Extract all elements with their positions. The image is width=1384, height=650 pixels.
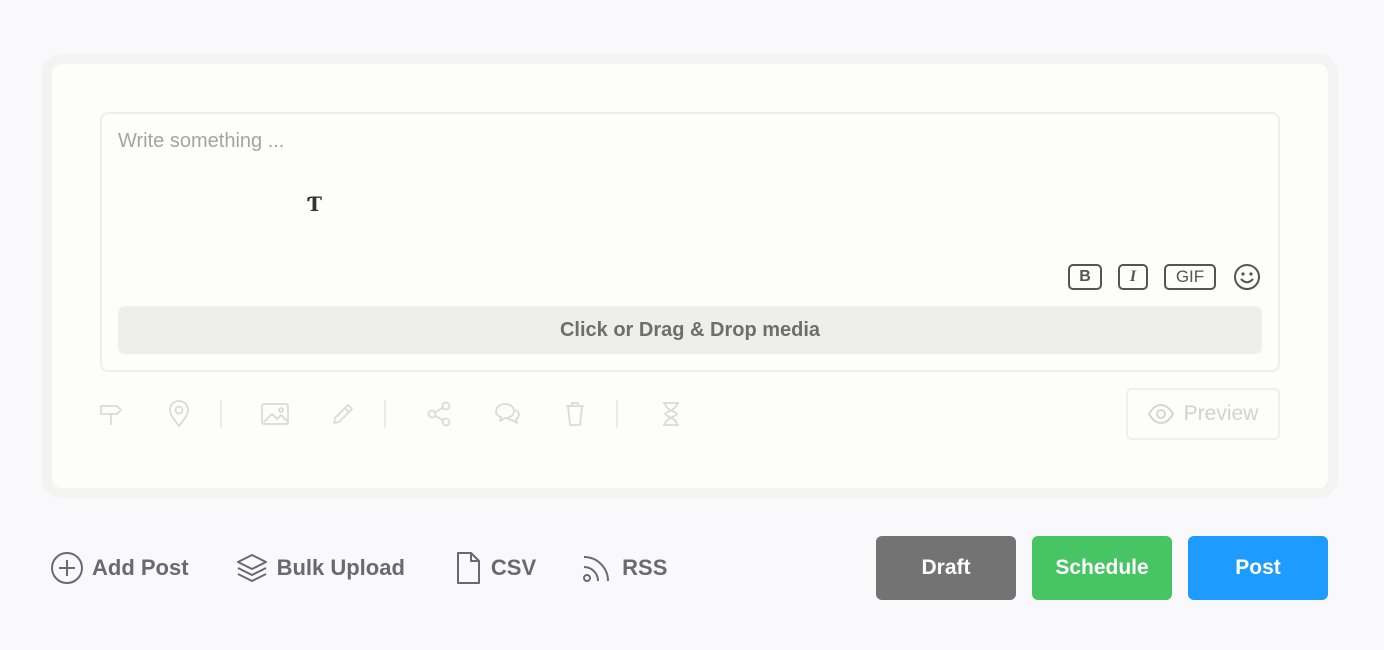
- rss-label: RSS: [622, 555, 668, 580]
- post-editor: Ƭ B I GIF Click or Drag & Drop media: [100, 112, 1280, 372]
- schedule-button[interactable]: Schedule: [1032, 536, 1172, 600]
- layers-icon: [236, 554, 267, 582]
- eye-icon: [1147, 404, 1174, 424]
- comments-icon[interactable]: [492, 399, 522, 429]
- bulk-upload-label: Bulk Upload: [276, 555, 405, 580]
- csv-label: CSV: [490, 555, 537, 580]
- emoji-icon[interactable]: [1232, 262, 1262, 292]
- csv-link[interactable]: CSV: [453, 551, 536, 585]
- preview-label: Preview: [1183, 402, 1259, 425]
- italic-button[interactable]: I: [1118, 264, 1148, 290]
- bottom-links: Add Post Bulk Upload CSV RSS: [50, 548, 667, 588]
- add-post-label: Add Post: [92, 555, 189, 580]
- signpost-icon[interactable]: [96, 399, 126, 429]
- file-icon: [456, 552, 480, 584]
- location-pin-icon[interactable]: [164, 399, 194, 429]
- toolbar-divider: [220, 400, 222, 428]
- pencil-icon[interactable]: [328, 399, 358, 429]
- post-tools: [96, 396, 686, 432]
- share-icon[interactable]: [424, 399, 454, 429]
- post-text-input[interactable]: [118, 130, 1258, 260]
- gif-button[interactable]: GIF: [1164, 264, 1216, 290]
- text-cursor-icon: Ƭ: [307, 192, 322, 216]
- post-button[interactable]: Post: [1188, 536, 1328, 600]
- toolbar-divider: [616, 400, 618, 428]
- bold-button[interactable]: B: [1068, 264, 1102, 290]
- plus-circle-icon: [51, 552, 83, 584]
- format-toolbar: B I GIF: [1068, 262, 1262, 292]
- rss-link[interactable]: RSS: [580, 551, 667, 585]
- compose-card: Ƭ B I GIF Click or Drag & Drop media: [52, 64, 1328, 488]
- bulk-upload-link[interactable]: Bulk Upload: [235, 551, 405, 585]
- toolbar-divider: [384, 400, 386, 428]
- draft-button[interactable]: Draft: [876, 536, 1016, 600]
- hourglass-icon[interactable]: [656, 399, 686, 429]
- rss-icon: [583, 556, 610, 582]
- image-icon[interactable]: [260, 399, 290, 429]
- media-dropzone[interactable]: Click or Drag & Drop media: [118, 306, 1262, 354]
- add-post-link[interactable]: Add Post: [50, 551, 189, 585]
- preview-button[interactable]: Preview: [1126, 388, 1280, 440]
- trash-icon[interactable]: [560, 399, 590, 429]
